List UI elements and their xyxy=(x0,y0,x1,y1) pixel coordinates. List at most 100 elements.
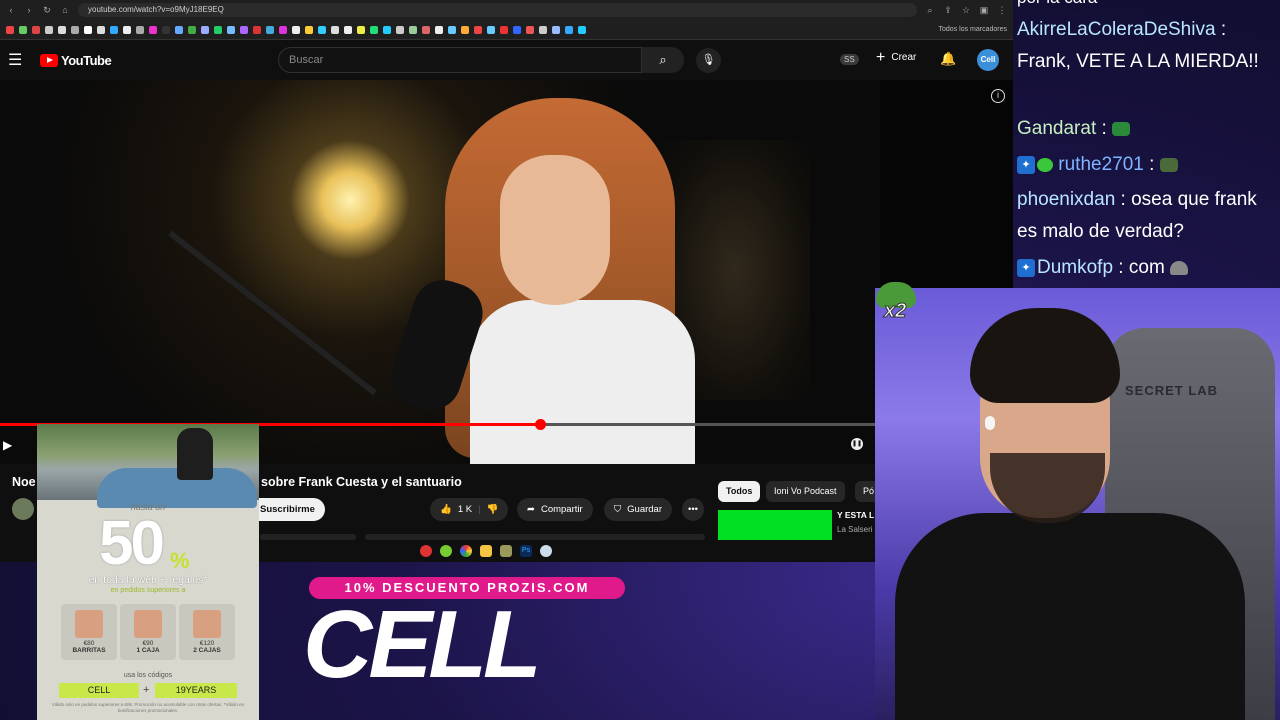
like-button[interactable]: 👍 1 K | 👎 xyxy=(430,498,509,521)
bookmarks-folder[interactable]: Todos los marcadores xyxy=(939,26,1007,33)
chip-all[interactable]: Todos xyxy=(718,481,761,502)
bookmark-favicon-icon[interactable] xyxy=(136,25,144,34)
bookmark-favicon-icon[interactable] xyxy=(201,25,209,34)
chip-podcast[interactable]: Ioni Vo Podcast xyxy=(766,481,845,502)
bookmark-favicon-icon[interactable] xyxy=(422,25,430,34)
bookmark-favicon-icon[interactable] xyxy=(45,25,53,34)
sponsor-ad-panel: hasta un 50 % en toda la web + regalos* … xyxy=(37,424,259,720)
reload-icon[interactable]: ↻ xyxy=(42,5,52,16)
bookmark-favicon-icon[interactable] xyxy=(6,25,14,34)
bookmark-favicon-icon[interactable] xyxy=(318,25,326,34)
bookmark-favicon-icon[interactable] xyxy=(71,25,79,34)
bookmark-favicon-icon[interactable] xyxy=(370,25,378,34)
bookmark-favicon-icon[interactable] xyxy=(84,25,92,34)
bookmark-favicon-icon[interactable] xyxy=(97,25,105,34)
bookmark-favicon-icon[interactable] xyxy=(357,25,365,34)
folder-icon[interactable] xyxy=(480,545,492,557)
bookmark-favicon-icon[interactable] xyxy=(513,25,521,34)
bookmark-favicon-icon[interactable] xyxy=(240,25,248,34)
bookmark-favicon-icon[interactable] xyxy=(578,25,586,34)
bookmark-favicon-icon[interactable] xyxy=(539,25,547,34)
forward-icon[interactable]: › xyxy=(24,5,34,15)
channel-avatar[interactable] xyxy=(12,498,34,520)
subscribe-button[interactable]: Suscribirme xyxy=(250,498,325,521)
video-player[interactable]: i ▶ ❚❚ xyxy=(0,80,1013,464)
bookmark-favicon-icon[interactable] xyxy=(552,25,560,34)
save-button[interactable]: ⛉ Guardar xyxy=(604,498,672,521)
app-icon[interactable] xyxy=(540,545,552,557)
thumbs-down-icon[interactable]: 👎 xyxy=(487,498,499,521)
bookmark-favicon-icon[interactable] xyxy=(188,25,196,34)
chat-username: Gandarat xyxy=(1017,118,1097,139)
bookmark-favicon-icon[interactable] xyxy=(123,25,131,34)
bookmark-favicon-icon[interactable] xyxy=(292,25,300,34)
bookmark-favicon-icon[interactable] xyxy=(149,25,157,34)
bookmark-favicon-icon[interactable] xyxy=(409,25,417,34)
bookmark-favicon-icon[interactable] xyxy=(565,25,573,34)
bookmark-favicon-icon[interactable] xyxy=(305,25,313,34)
video-title-start: Noe xyxy=(12,475,36,489)
search-button[interactable]: ⌕ xyxy=(642,47,684,73)
bookmark-favicon-icon[interactable] xyxy=(500,25,508,34)
bookmark-favicon-icon[interactable] xyxy=(435,25,443,34)
back-icon[interactable]: ‹ xyxy=(6,5,16,15)
streamer-hair xyxy=(970,308,1120,403)
bookmark-favicon-icon[interactable] xyxy=(331,25,339,34)
bookmark-star-icon[interactable]: ☆ xyxy=(961,5,971,16)
play-icon[interactable]: ▶ xyxy=(3,438,12,452)
home-icon[interactable]: ⌂ xyxy=(60,5,70,15)
bookmark-icon: ⛉ xyxy=(614,504,622,515)
bookmark-favicon-icon[interactable] xyxy=(266,25,274,34)
bookmark-favicon-icon[interactable] xyxy=(526,25,534,34)
spotify-icon[interactable] xyxy=(440,545,452,557)
chat-message-fragment: por la cara xyxy=(1017,0,1279,14)
search-input[interactable]: Buscar xyxy=(278,47,642,73)
photoshop-icon[interactable]: Ps xyxy=(520,545,532,557)
app-icon[interactable] xyxy=(420,545,432,557)
bookmark-favicon-icon[interactable] xyxy=(32,25,40,34)
voice-search-button[interactable]: 🎙 xyxy=(696,48,721,73)
youtube-logo[interactable]: YouTube xyxy=(40,53,112,68)
notifications-bell-icon[interactable]: 🔔 xyxy=(940,51,956,67)
bookmark-favicon-icon[interactable] xyxy=(175,25,183,34)
bookmark-favicon-icon[interactable] xyxy=(162,25,170,34)
bookmark-favicon-icon[interactable] xyxy=(58,25,66,34)
url-field[interactable]: youtube.com/watch?v=o9MyJ18E9EQ xyxy=(78,3,917,17)
share-button[interactable]: ➦ Compartir xyxy=(517,498,593,521)
person-image xyxy=(177,428,213,480)
scrubber-handle[interactable] xyxy=(534,419,546,430)
bookmark-favicon-icon[interactable] xyxy=(448,25,456,34)
create-button[interactable]: + Crear xyxy=(876,49,916,65)
stream-canvas: ‹ › ↻ ⌂ youtube.com/watch?v=o9MyJ18E9EQ … xyxy=(0,0,1280,720)
zoom-icon[interactable]: ⌕ xyxy=(925,5,935,16)
bookmark-favicon-icon[interactable] xyxy=(110,25,118,34)
account-avatar[interactable]: Cell xyxy=(977,49,999,71)
ss-badge[interactable]: SS xyxy=(840,54,859,65)
bookmark-favicon-icon[interactable] xyxy=(396,25,404,34)
bookmark-favicon-icon[interactable] xyxy=(461,25,469,34)
bookmark-favicon-icon[interactable] xyxy=(19,25,27,34)
recommended-thumbnail[interactable] xyxy=(718,510,832,540)
chrome-icon[interactable] xyxy=(460,545,472,557)
share-page-icon[interactable]: ⇪ xyxy=(943,5,953,16)
bookmark-favicon-icon[interactable] xyxy=(227,25,235,34)
info-icon[interactable]: i xyxy=(991,89,1005,103)
bookmark-favicon-icon[interactable] xyxy=(383,25,391,34)
bookmark-favicon-icon[interactable] xyxy=(253,25,261,34)
recommended-channel[interactable]: La Salseri xyxy=(837,525,873,534)
ad-product: €90 1 CAJA xyxy=(120,604,176,660)
extensions-icon[interactable]: ▣ xyxy=(979,5,989,16)
more-actions-button[interactable]: ••• xyxy=(682,498,704,521)
bookmark-favicon-icon[interactable] xyxy=(487,25,495,34)
bookmark-favicon-icon[interactable] xyxy=(474,25,482,34)
menu-hamburger-icon[interactable]: ☰ xyxy=(8,50,28,70)
product-label: 1 CAJA xyxy=(136,647,160,654)
pause-icon[interactable]: ❚❚ xyxy=(851,438,863,450)
menu-icon[interactable]: ⋮ xyxy=(997,5,1007,16)
bookmark-favicon-icon[interactable] xyxy=(279,25,287,34)
recommended-title[interactable]: Y ESTA L xyxy=(837,510,874,520)
bookmark-favicon-icon[interactable] xyxy=(214,25,222,34)
app-icon[interactable] xyxy=(500,545,512,557)
bookmark-favicon-icon[interactable] xyxy=(344,25,352,34)
streamer-webcam: SECRET LAB xyxy=(875,288,1280,720)
